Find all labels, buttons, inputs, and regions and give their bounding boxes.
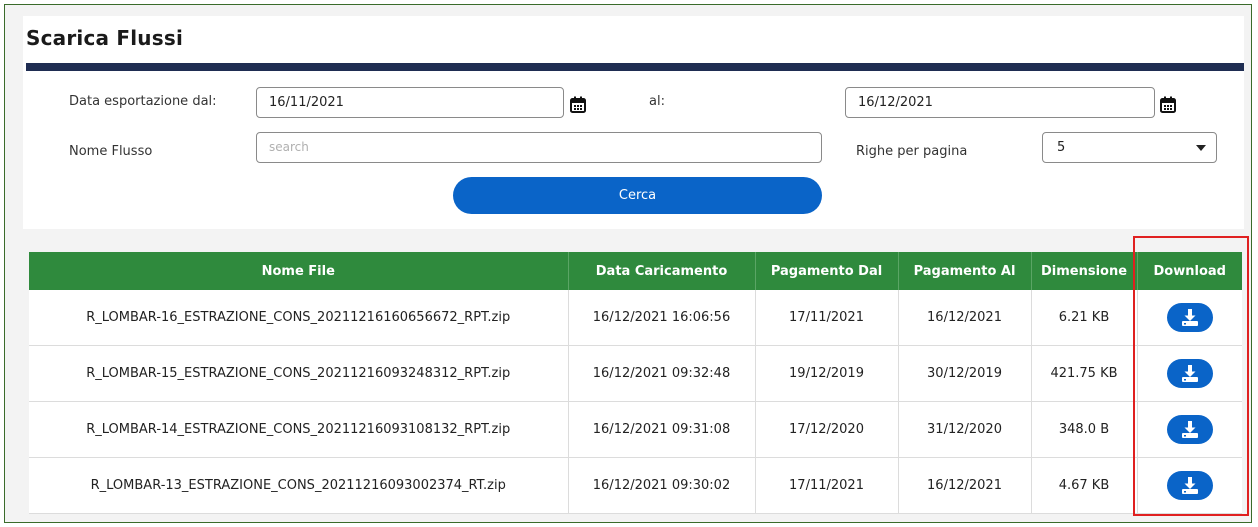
flow-name-label: Nome Flusso <box>69 144 153 159</box>
download-button[interactable] <box>1166 415 1213 444</box>
download-button[interactable] <box>1166 471 1213 500</box>
cell-file-name: R_LOMBAR-14_ESTRAZIONE_CONS_202112160931… <box>29 401 569 458</box>
files-table: Nome File Data Caricamento Pagamento Dal… <box>29 252 1242 514</box>
table-row: R_LOMBAR-16_ESTRAZIONE_CONS_202112161606… <box>29 290 1242 346</box>
cell-payment-to: 16/12/2021 <box>898 290 1032 346</box>
download-icon <box>1181 421 1198 438</box>
cell-size: 421.75 KB <box>1031 345 1138 402</box>
calendar-icon[interactable] <box>570 96 586 113</box>
cell-payment-to: 16/12/2021 <box>898 457 1032 514</box>
calendar-icon[interactable] <box>1160 96 1176 113</box>
chevron-down-icon <box>1196 145 1206 151</box>
table-row: R_LOMBAR-14_ESTRAZIONE_CONS_202112160931… <box>29 401 1242 458</box>
download-button[interactable] <box>1166 359 1213 388</box>
page-title: Scarica Flussi <box>26 26 184 50</box>
cell-payment-from: 17/12/2020 <box>755 401 899 458</box>
cell-upload-date: 16/12/2021 09:30:02 <box>568 457 756 514</box>
header-download: Download <box>1137 252 1242 290</box>
cell-payment-from: 17/11/2021 <box>755 457 899 514</box>
table-row: R_LOMBAR-15_ESTRAZIONE_CONS_202112160932… <box>29 345 1242 402</box>
table-row: R_LOMBAR-13_ESTRAZIONE_CONS_202112160930… <box>29 457 1242 514</box>
cell-payment-from: 19/12/2019 <box>755 345 899 402</box>
header-size[interactable]: Dimensione <box>1031 252 1138 290</box>
cell-size: 6.21 KB <box>1031 290 1138 346</box>
date-to-label: al: <box>649 94 665 109</box>
cell-upload-date: 16/12/2021 09:32:48 <box>568 345 756 402</box>
rows-per-page-value: 5 <box>1057 140 1066 155</box>
download-button[interactable] <box>1166 303 1213 332</box>
table-header-row: Nome File Data Caricamento Pagamento Dal… <box>29 252 1242 290</box>
cell-download <box>1137 345 1242 402</box>
date-to-input[interactable] <box>845 87 1155 118</box>
cell-upload-date: 16/12/2021 16:06:56 <box>568 290 756 346</box>
download-icon <box>1181 365 1198 382</box>
date-from-input[interactable] <box>256 87 564 118</box>
header-file-name[interactable]: Nome File <box>29 252 569 290</box>
cell-payment-to: 31/12/2020 <box>898 401 1032 458</box>
cell-file-name: R_LOMBAR-16_ESTRAZIONE_CONS_202112161606… <box>29 290 569 346</box>
rows-per-page-select[interactable]: 5 <box>1042 132 1217 163</box>
filter-panel: Scarica Flussi Data esportazione dal: al… <box>23 16 1244 229</box>
cell-payment-from: 17/11/2021 <box>755 290 899 346</box>
download-icon <box>1181 477 1198 494</box>
download-icon <box>1181 309 1198 326</box>
header-payment-to[interactable]: Pagamento Al <box>898 252 1032 290</box>
rows-per-page-label: Righe per pagina <box>856 144 968 159</box>
cell-size: 348.0 B <box>1031 401 1138 458</box>
cell-download <box>1137 457 1242 514</box>
cell-download <box>1137 401 1242 458</box>
cell-payment-to: 30/12/2019 <box>898 345 1032 402</box>
cell-size: 4.67 KB <box>1031 457 1138 514</box>
cell-download <box>1137 290 1242 346</box>
flow-name-input[interactable] <box>256 132 822 163</box>
cell-file-name: R_LOMBAR-13_ESTRAZIONE_CONS_202112160930… <box>29 457 569 514</box>
cell-upload-date: 16/12/2021 09:31:08 <box>568 401 756 458</box>
title-divider <box>26 63 1244 71</box>
cell-file-name: R_LOMBAR-15_ESTRAZIONE_CONS_202112160932… <box>29 345 569 402</box>
header-upload-date[interactable]: Data Caricamento <box>568 252 756 290</box>
date-from-label: Data esportazione dal: <box>69 94 217 109</box>
search-button[interactable]: Cerca <box>453 177 822 214</box>
header-payment-from[interactable]: Pagamento Dal <box>755 252 899 290</box>
